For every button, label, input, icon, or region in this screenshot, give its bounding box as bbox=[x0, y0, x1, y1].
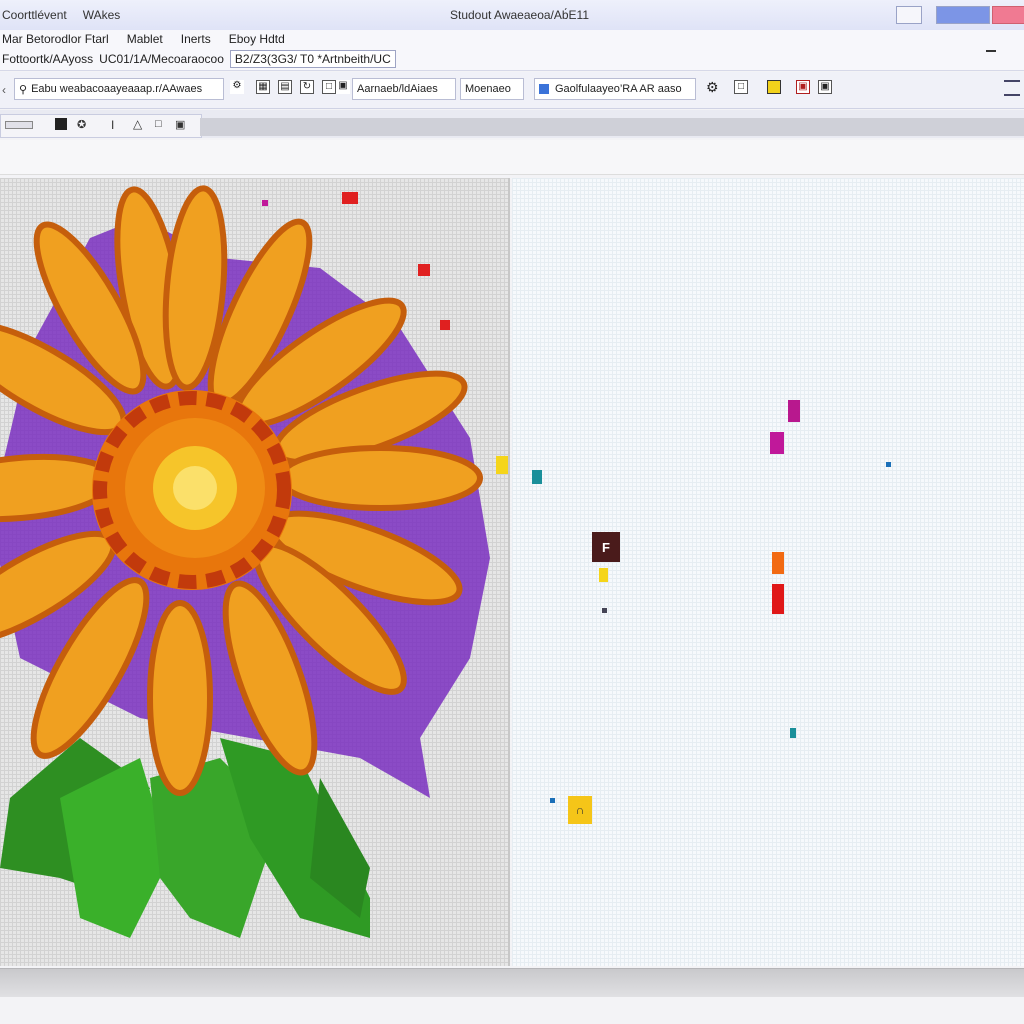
toolbar-item-a-label: Aarnaeb/ldAiaes bbox=[357, 83, 438, 95]
menu-list: Mar Betorodlor Ftarl Mablet Inerts Eboy … bbox=[2, 32, 285, 46]
pixel-dot bbox=[772, 552, 784, 574]
pixel-dot bbox=[772, 584, 784, 614]
settings-icon[interactable]: ⚙ bbox=[230, 80, 244, 94]
toolbar-item-a[interactable]: Aarnaeb/ldAiaes bbox=[352, 78, 456, 100]
close-button[interactable] bbox=[992, 6, 1024, 24]
restore-button[interactable] bbox=[896, 6, 922, 24]
options-bar bbox=[200, 118, 1024, 136]
title-bar: Coorttlévent WAkes Studout Awaeaeoa/Ab́E… bbox=[0, 0, 1024, 31]
pixel-dot bbox=[532, 470, 542, 484]
pixel-canvas-left[interactable] bbox=[0, 178, 510, 966]
window-title: Studout Awaeaeoa/Ab́E11 bbox=[450, 8, 590, 22]
bottom-scrollbar[interactable] bbox=[0, 968, 1024, 997]
pixel-canvas-right[interactable]: F ∩ bbox=[512, 178, 1024, 966]
back-icon[interactable]: ‹ bbox=[2, 83, 6, 97]
crop-tool-icon[interactable]: □ bbox=[155, 118, 162, 130]
pixel-spark bbox=[440, 320, 450, 330]
notification-icon[interactable]: ∩ bbox=[568, 796, 592, 824]
pixel-dot bbox=[550, 798, 555, 803]
document-icon[interactable]: □ bbox=[734, 80, 748, 94]
title-menu-item[interactable]: Coorttlévent bbox=[2, 8, 67, 22]
file-icon[interactable]: □ bbox=[322, 80, 336, 94]
menu-item-eboy[interactable]: Eboy Hdtd bbox=[229, 32, 285, 46]
pixel-dot bbox=[770, 432, 784, 454]
path-field[interactable]: UC01/1A/Mecoaraocoo bbox=[99, 52, 224, 66]
pixel-spark bbox=[496, 456, 508, 474]
maximize-button[interactable] bbox=[936, 6, 990, 24]
pixel-dot bbox=[599, 568, 608, 582]
zoom-tool-icon[interactable]: ▣ bbox=[175, 118, 185, 131]
pixel-spark bbox=[418, 264, 430, 276]
search-input[interactable]: ⚲ Eabu weabacoaayeaaap.r/AAwaes bbox=[14, 78, 224, 100]
pixel-dot bbox=[790, 728, 796, 738]
title-left-menu: Coorttlévent WAkes bbox=[2, 8, 120, 22]
menu-item-file[interactable]: Mar Betorodlor Ftarl bbox=[2, 32, 109, 46]
frame-icon bbox=[539, 84, 549, 94]
pixel-spark bbox=[262, 200, 268, 206]
search-text: Eabu weabacoaayeaaap.r/AAwaes bbox=[31, 83, 203, 95]
ruler-strip bbox=[0, 140, 1024, 175]
rotate-icon[interactable]: ↻ bbox=[300, 80, 314, 94]
menu-item-inerts[interactable]: Inerts bbox=[181, 32, 211, 46]
toolbar-item-b[interactable]: Moenaeo bbox=[460, 78, 524, 100]
path-label: Fottoortk/AAyoss bbox=[2, 52, 94, 66]
menu-item-mablet[interactable]: Mablet bbox=[127, 32, 163, 46]
tool-tabstrip: ✪ I △ □ ▣ bbox=[0, 114, 202, 138]
image-icon[interactable]: ▣ bbox=[336, 80, 350, 94]
toolbar-item-b-label: Moenaeo bbox=[465, 83, 511, 95]
eyedropper-icon[interactable]: ✪ bbox=[77, 118, 86, 131]
toolbar-item-c-label: Gaolfulaayeo’RA AR aaso bbox=[555, 83, 682, 95]
menu-icon[interactable] bbox=[1004, 80, 1020, 96]
pixel-spark bbox=[342, 192, 358, 204]
pixel-dot bbox=[886, 462, 891, 467]
pencil-icon[interactable] bbox=[5, 121, 33, 129]
status-badge[interactable]: F bbox=[592, 532, 620, 562]
menu-bar: Mar Betorodlor Ftarl Mablet Inerts Eboy … bbox=[0, 30, 1024, 71]
highlight-icon[interactable] bbox=[767, 80, 781, 94]
title-menu-item[interactable]: WAkes bbox=[83, 8, 121, 22]
pixel-dot bbox=[788, 400, 800, 422]
flower-artwork bbox=[0, 185, 490, 938]
minimize-icon[interactable] bbox=[986, 50, 996, 52]
toolbar-item-c[interactable]: Gaolfulaayeo’RA AR aaso bbox=[534, 78, 696, 100]
frame-icon[interactable]: ▣ bbox=[818, 80, 832, 94]
gear-icon[interactable]: ⚙ bbox=[706, 79, 719, 96]
layers-icon[interactable]: ▤ bbox=[278, 80, 292, 94]
path-row: Fottoortk/AAyoss UC01/1A/Mecoaraocoo B2/… bbox=[2, 50, 396, 68]
brush-icon[interactable] bbox=[55, 118, 67, 130]
path-box[interactable]: B2/Z3(3G3/ T0 *Artnbeith/UC bbox=[229, 50, 396, 68]
grid-icon[interactable]: ▦ bbox=[256, 80, 270, 94]
status-badge-label: F bbox=[602, 539, 610, 555]
shape-tool-icon[interactable]: △ bbox=[133, 117, 142, 131]
search-icon: ⚲ bbox=[19, 83, 28, 96]
image-icon[interactable]: ▣ bbox=[796, 80, 810, 94]
text-tool-icon[interactable]: I bbox=[111, 118, 114, 132]
toolbar: ‹ ⚲ Eabu weabacoaayeaaap.r/AAwaes ⚙ ▦ ▤ … bbox=[0, 72, 1024, 109]
secondary-bar: ✪ I △ □ ▣ bbox=[0, 110, 1024, 138]
pixel-dot bbox=[602, 608, 607, 613]
